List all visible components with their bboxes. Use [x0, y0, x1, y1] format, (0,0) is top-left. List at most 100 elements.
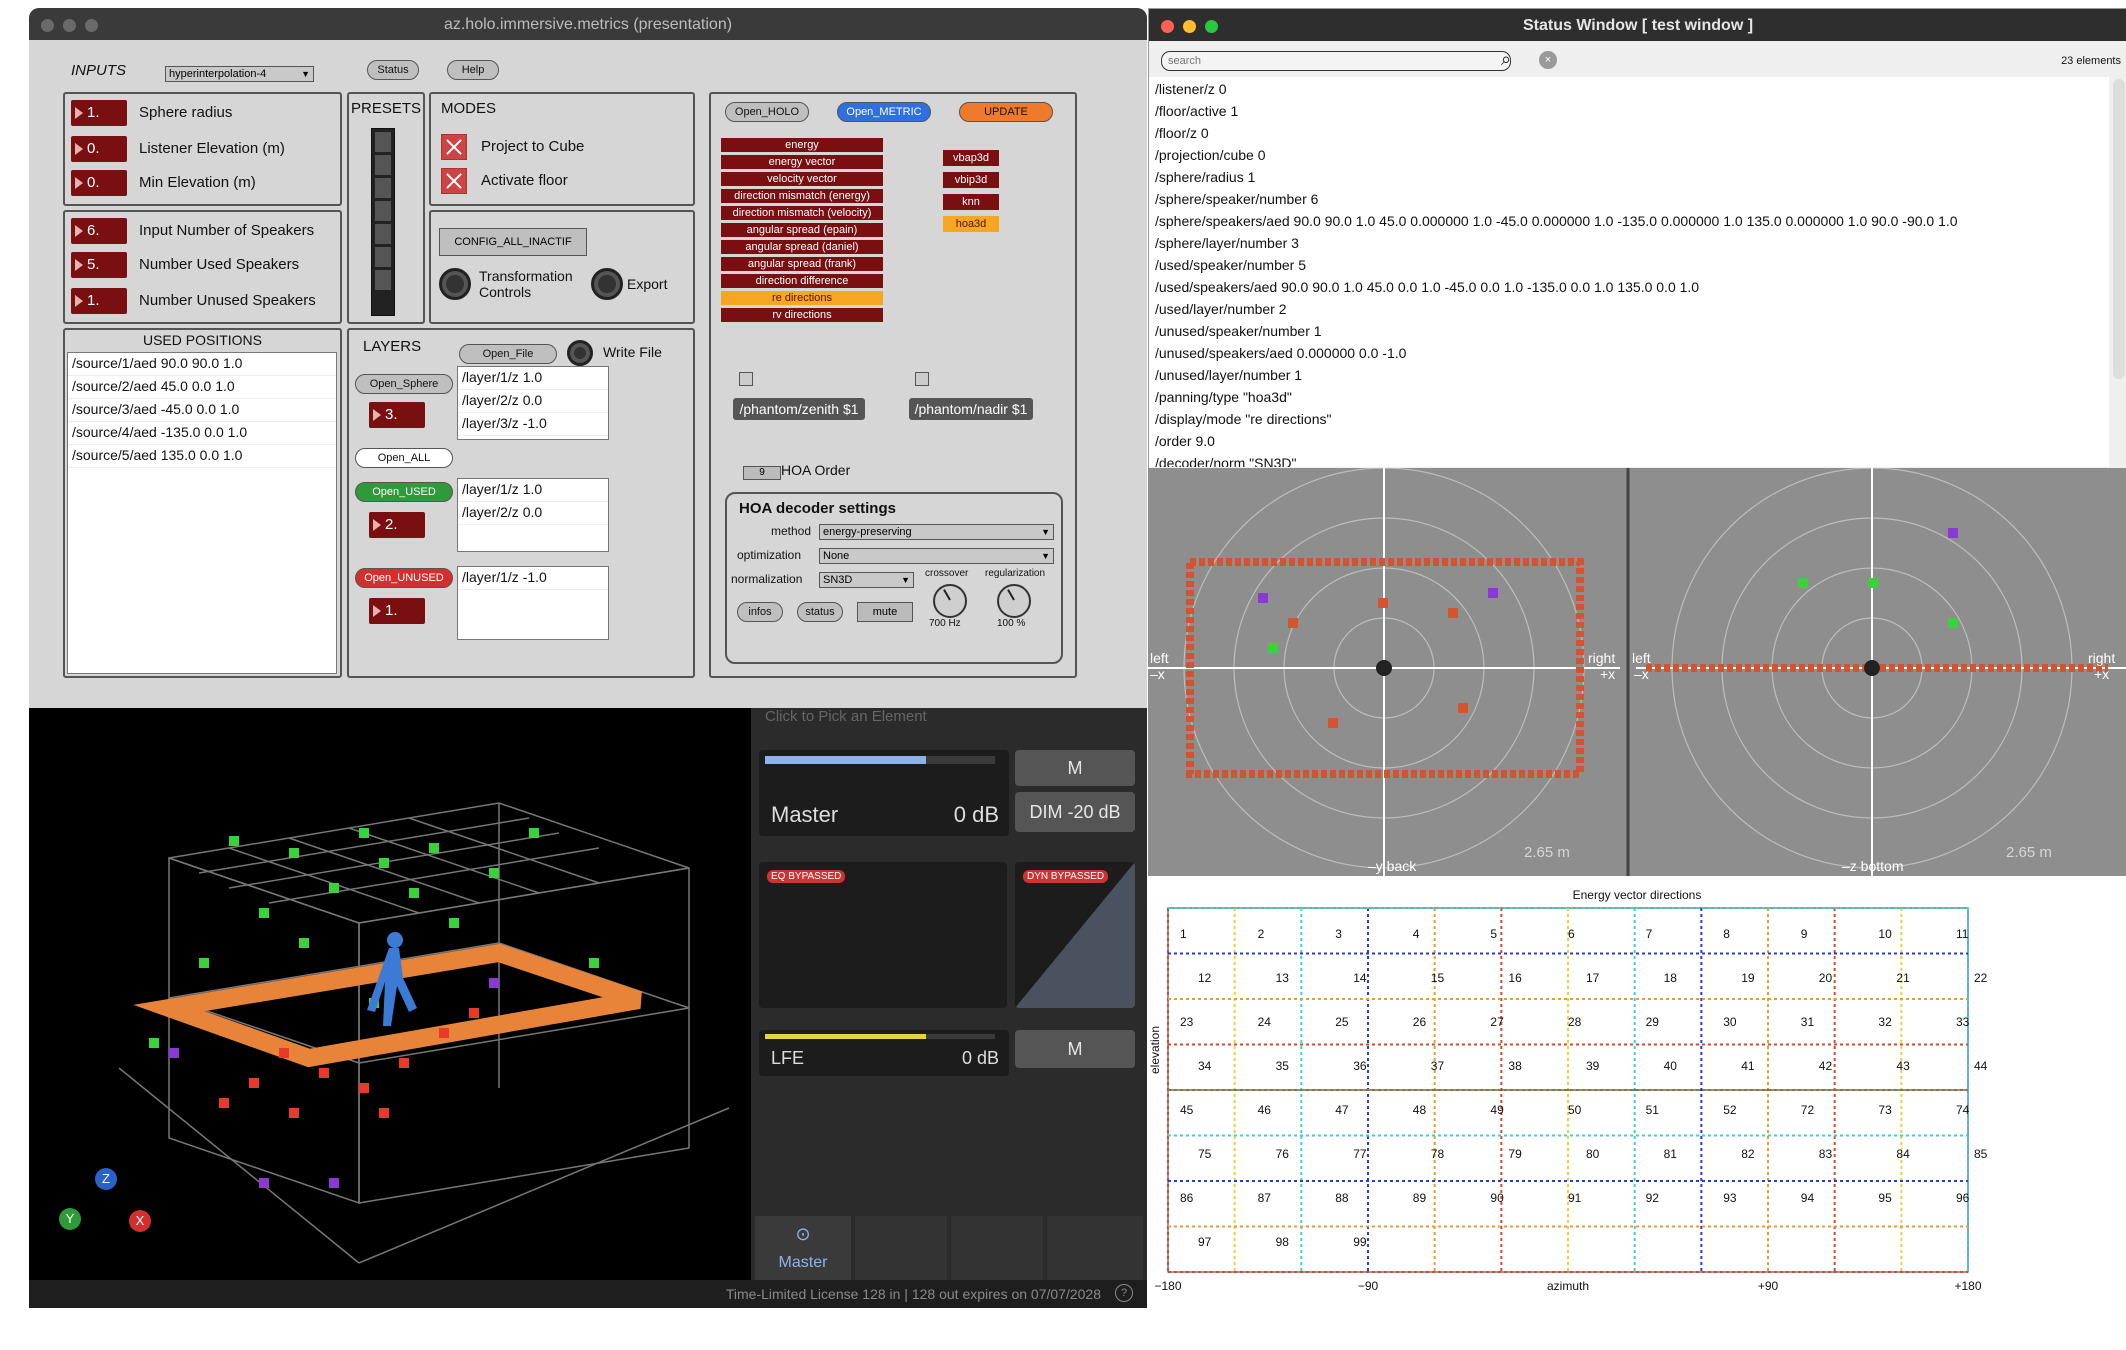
used-positions-list[interactable]: /source/1/aed 90.0 90.0 1.0 /source/2/ae…	[67, 352, 337, 674]
lfe-mute-button[interactable]: M	[1015, 1030, 1135, 1068]
list-item[interactable]: /source/5/aed 135.0 0.0 1.0	[68, 445, 336, 468]
update-button[interactable]: UPDATE	[959, 102, 1053, 122]
min-elevation-number[interactable]: 0.	[71, 170, 127, 196]
preset-slots[interactable]	[371, 128, 395, 316]
nadir-checkbox[interactable]	[915, 372, 929, 386]
list-item[interactable]: /used/speaker/number 5	[1155, 257, 1306, 273]
list-item[interactable]: /sphere/radius 1	[1155, 169, 1255, 185]
list-item[interactable]: /order 9.0	[1155, 433, 1215, 449]
unused-layer-count[interactable]: 1.	[369, 598, 425, 624]
list-item[interactable]: /layer/2/z 0.0	[458, 502, 608, 525]
list-item[interactable]: /unused/speakers/aed 0.000000 0.0 -1.0	[1155, 345, 1406, 361]
list-item[interactable]: /source/2/aed 45.0 0.0 1.0	[68, 376, 336, 399]
dynamics-panel[interactable]: DYN BYPASSED	[1015, 862, 1135, 1008]
list-item[interactable]: /layer/1/z -1.0	[458, 567, 608, 590]
list-item[interactable]: /layer/1/z 1.0	[458, 479, 608, 502]
list-item[interactable]: /sphere/speaker/number 6	[1155, 191, 1318, 207]
metric-spread-epain[interactable]: angular spread (epain)	[721, 223, 883, 237]
mute-button[interactable]: mute	[857, 602, 913, 622]
metric-direction-difference[interactable]: direction difference	[721, 274, 883, 288]
used-layers-list[interactable]: /layer/1/z 1.0 /layer/2/z 0.0	[457, 478, 609, 552]
status-small-button[interactable]: status	[797, 602, 843, 622]
hoa-order-number[interactable]: 9	[743, 466, 781, 480]
export-toggle[interactable]	[591, 268, 623, 300]
metric-rv-directions[interactable]: rv directions	[721, 308, 883, 322]
open-holo-button[interactable]: Open_HOLO	[725, 102, 809, 122]
activate-floor-toggle[interactable]	[441, 168, 467, 194]
list-item[interactable]: /used/speakers/aed 90.0 90.0 1.0 45.0 0.…	[1155, 279, 1699, 295]
sphere-radius-number[interactable]: 1.	[71, 100, 127, 126]
metric-mismatch-energy[interactable]: direction mismatch (energy)	[721, 189, 883, 203]
tab-empty-3[interactable]	[1047, 1216, 1143, 1284]
project-to-cube-toggle[interactable]	[441, 134, 467, 160]
open-used-button[interactable]: Open_USED	[355, 482, 453, 502]
metric-energy-vector[interactable]: energy vector	[721, 155, 883, 169]
metric-energy[interactable]: energy	[721, 138, 883, 152]
unused-layers-list[interactable]: /layer/1/z -1.0	[457, 566, 609, 640]
clear-search-icon[interactable]: ×	[1539, 51, 1557, 69]
master-strip[interactable]: Master 0 dB	[759, 750, 1009, 836]
list-item[interactable]: /unused/speaker/number 1	[1155, 323, 1322, 339]
metric-mismatch-velocity[interactable]: direction mismatch (velocity)	[721, 206, 883, 220]
tab-empty-1[interactable]	[855, 1216, 947, 1284]
status-button[interactable]: Status	[367, 60, 419, 80]
list-item[interactable]: /used/layer/number 2	[1155, 301, 1287, 317]
method-hoa3d[interactable]: hoa3d	[943, 216, 999, 232]
status-message-list[interactable]: /listener/z 0 /floor/active 1 /floor/z 0…	[1149, 77, 2109, 467]
normalization-select[interactable]: SN3D	[819, 572, 914, 588]
open-unused-button[interactable]: Open_UNUSED	[355, 568, 453, 588]
tab-empty-2[interactable]	[951, 1216, 1043, 1284]
open-metric-button[interactable]: Open_METRIC	[837, 102, 931, 122]
radar-views[interactable]: left –x right +x left –x right +x –y bac…	[1148, 467, 2126, 876]
list-item[interactable]: /source/4/aed -135.0 0.0 1.0	[68, 422, 336, 445]
list-item[interactable]: /source/1/aed 90.0 90.0 1.0	[68, 353, 336, 376]
write-file-toggle[interactable]	[567, 340, 593, 366]
used-layer-count[interactable]: 2.	[369, 512, 425, 538]
list-item[interactable]: /projection/cube 0	[1155, 147, 1266, 163]
method-select[interactable]: energy-preserving	[819, 524, 1054, 540]
interpolation-select[interactable]: hyperinterpolation-4	[165, 66, 314, 82]
method-knn[interactable]: knn	[943, 194, 999, 210]
master-mute-button[interactable]: M	[1015, 750, 1135, 786]
infos-button[interactable]: infos	[737, 602, 783, 622]
metric-velocity-vector[interactable]: velocity vector	[721, 172, 883, 186]
optimization-select[interactable]: None	[819, 548, 1054, 564]
metric-spread-frank[interactable]: angular spread (frank)	[721, 257, 883, 271]
sphere-layers-list[interactable]: /layer/1/z 1.0 /layer/2/z 0.0 /layer/3/z…	[457, 366, 609, 440]
list-item[interactable]: /floor/active 1	[1155, 103, 1238, 119]
listener-elevation-number[interactable]: 0.	[71, 136, 127, 162]
list-item[interactable]: /listener/z 0	[1155, 81, 1227, 97]
tab-master[interactable]: ⊙ Master	[755, 1216, 851, 1284]
sphere-layer-count[interactable]: 3.	[369, 402, 425, 428]
status-search-input[interactable]	[1161, 51, 1511, 71]
list-item[interactable]: /layer/3/z -1.0	[458, 413, 608, 436]
eq-panel[interactable]: EQ BYPASSED	[759, 862, 1007, 1008]
list-item[interactable]: /layer/1/z 1.0	[458, 367, 608, 390]
crossover-knob[interactable]	[933, 584, 967, 618]
list-item[interactable]: /panning/type "hoa3d"	[1155, 389, 1292, 405]
list-item[interactable]: /source/3/aed -45.0 0.0 1.0	[68, 399, 336, 422]
open-all-button[interactable]: Open_ALL	[355, 448, 453, 468]
method-vbap3d[interactable]: vbap3d	[943, 150, 999, 166]
regularization-knob[interactable]	[997, 584, 1031, 618]
used-speakers-number[interactable]: 5.	[71, 252, 127, 278]
zenith-checkbox[interactable]	[739, 372, 753, 386]
phantom-nadir-message[interactable]: /phantom/nadir $1	[909, 398, 1033, 420]
method-vbip3d[interactable]: vbip3d	[943, 172, 999, 188]
help-icon[interactable]: ?	[1115, 1284, 1133, 1302]
unused-speakers-number[interactable]: 1.	[71, 288, 127, 314]
status-scrollbar[interactable]	[2113, 79, 2125, 379]
metric-spread-daniel[interactable]: angular spread (daniel)	[721, 240, 883, 254]
input-speakers-number[interactable]: 6.	[71, 218, 127, 244]
list-item[interactable]: /sphere/speakers/aed 90.0 90.0 1.0 45.0 …	[1155, 213, 1958, 229]
list-item[interactable]: /sphere/layer/number 3	[1155, 235, 1299, 251]
list-item[interactable]: /decoder/norm "SN3D"	[1155, 455, 1296, 467]
3d-view[interactable]: Z Y X	[29, 708, 751, 1308]
search-icon[interactable]: ⌕	[1501, 49, 1511, 70]
phantom-zenith-message[interactable]: /phantom/zenith $1	[733, 398, 865, 420]
config-all-inactif-button[interactable]: CONFIG_ALL_INACTIF	[439, 228, 587, 256]
lfe-strip[interactable]: LFE 0 dB	[759, 1030, 1009, 1076]
list-item[interactable]: /layer/2/z 0.0	[458, 390, 608, 413]
metric-re-directions[interactable]: re directions	[721, 291, 883, 305]
transformation-controls-toggle[interactable]	[439, 268, 471, 300]
